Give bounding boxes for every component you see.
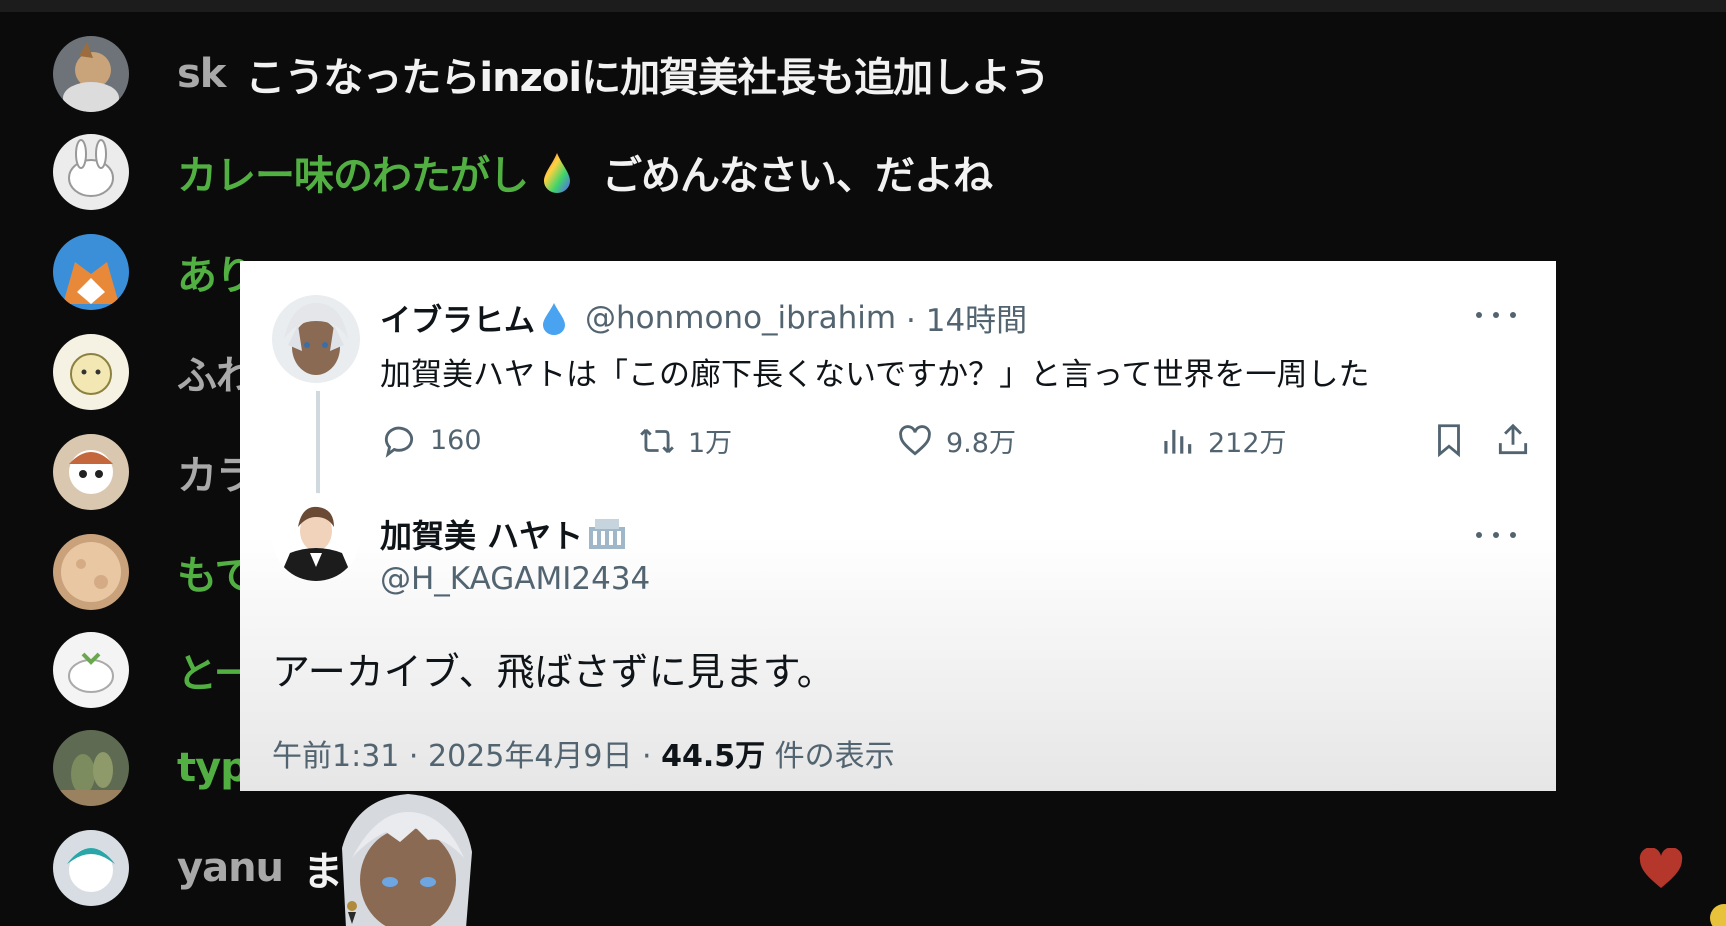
share-icon <box>1498 423 1528 455</box>
reply-views-label: 件の表示 <box>765 739 895 774</box>
tweet-time[interactable]: · 14時間 <box>906 295 1027 340</box>
bookmark-button[interactable] <box>1430 421 1480 459</box>
reply-timestamp[interactable]: 午前1:31 · 2025年4月9日 · <box>272 739 661 774</box>
member-badge-icon <box>544 153 570 193</box>
tweet-card: イブラヒム @honmono_ibrahim · 14時間 加賀美ハヤトは「この… <box>240 261 1556 791</box>
chat-author-name[interactable]: sk <box>177 51 226 97</box>
avatar[interactable] <box>53 134 129 210</box>
water-drop-icon <box>543 302 565 335</box>
chat-row: カラ <box>53 434 256 510</box>
reply-views-count: 44.5万 <box>661 739 766 774</box>
chat-row: あり <box>53 234 256 310</box>
more-options-icon[interactable] <box>1476 305 1516 325</box>
heart-icon <box>899 424 931 456</box>
reply-count: 160 <box>430 424 482 456</box>
repost-icon <box>640 428 674 453</box>
repost-button[interactable]: 1万 <box>638 421 732 460</box>
chat-author-name[interactable]: typ <box>177 745 249 791</box>
reply-author-handle[interactable]: @H_KAGAMI2434 <box>380 561 650 597</box>
like-button[interactable]: 9.8万 <box>896 421 1016 460</box>
chat-row: カレー味のわたがし ごめんなさい、だよね <box>53 134 993 210</box>
repost-count: 1万 <box>688 428 733 459</box>
thread-line <box>316 391 320 503</box>
streamer-avatar-overlay <box>316 788 496 926</box>
chat-row: もて <box>53 534 254 610</box>
chat-row: typ <box>53 730 249 806</box>
stream-screen: sk こうなったらinzoiに加賀美社長も追加しよう カレー味のわたがし ごめん… <box>0 0 1726 926</box>
avatar[interactable] <box>53 334 129 410</box>
reply-button[interactable]: 160 <box>380 421 482 459</box>
chat-row: sk こうなったらinzoiに加賀美社長も追加しよう <box>53 36 1050 112</box>
reply-author-avatar[interactable] <box>272 493 360 581</box>
chat-message-text: ごめんなさい、だよね <box>602 153 993 199</box>
heart-icon <box>1639 848 1683 888</box>
analytics-icon <box>1164 429 1192 454</box>
chat-row: と一 <box>53 632 256 708</box>
views-button[interactable]: 212万 <box>1158 421 1287 460</box>
bookmark-icon <box>1438 424 1460 458</box>
avatar[interactable] <box>53 632 129 708</box>
reply-author-row: 加賀美 ハヤト <box>380 511 627 557</box>
tweet-actions: 160 1万 9.8万 212万 <box>380 421 1528 465</box>
reply-more-options-icon[interactable] <box>1476 525 1516 545</box>
author-handle[interactable]: @honmono_ibrahim <box>585 300 896 336</box>
reply-author-name[interactable]: 加賀美 ハヤト <box>380 511 583 557</box>
tweet-text: 加賀美ハヤトは「この廊下長くないですか？」と言って世界を一周した <box>380 357 1370 393</box>
like-count: 9.8万 <box>946 428 1016 459</box>
tweet-header: イブラヒム @honmono_ibrahim · 14時間 <box>380 295 1027 340</box>
avatar[interactable] <box>53 830 129 906</box>
avatar[interactable] <box>53 534 129 610</box>
avatar[interactable] <box>53 234 129 310</box>
chat-author-name[interactable]: yanu <box>177 845 284 891</box>
share-button[interactable] <box>1494 421 1544 459</box>
chat-author-name[interactable]: カレー味のわたがし <box>177 143 529 201</box>
corner-decoration <box>1710 904 1726 926</box>
reply-icon <box>384 426 413 458</box>
reply-meta: 午前1:31 · 2025年4月9日 · 44.5万 件の表示 <box>272 731 895 775</box>
chat-message-text: こうなったらinzoiに加賀美社長も追加しよう <box>245 55 1050 101</box>
chat-row: yanu ま <box>53 830 343 906</box>
author-avatar[interactable] <box>272 295 360 383</box>
top-strip <box>0 0 1726 12</box>
views-count: 212万 <box>1208 428 1287 459</box>
avatar[interactable] <box>53 36 129 112</box>
author-name[interactable]: イブラヒム <box>380 295 535 340</box>
avatar[interactable] <box>53 434 129 510</box>
building-icon <box>589 519 626 549</box>
reply-text: アーカイブ、飛ばさずに見ます。 <box>272 650 835 694</box>
chat-row: ふわ <box>53 334 256 410</box>
avatar[interactable] <box>53 730 129 806</box>
